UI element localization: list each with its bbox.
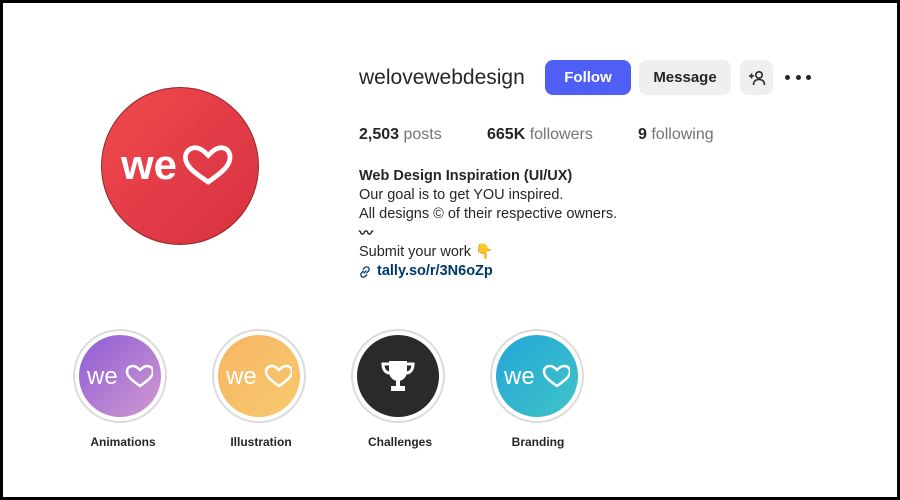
profile-username: welovewebdesign <box>359 66 525 89</box>
bio-squiggle: 〰 <box>359 225 373 241</box>
highlight-label: Animations <box>90 435 156 449</box>
posts-stat: 2,503 posts <box>359 126 442 144</box>
we-heart-logo: we <box>504 363 570 389</box>
highlight-illustration[interactable]: we <box>212 329 306 423</box>
svg-text:we: we <box>504 363 535 389</box>
highlight-label: Challenges <box>367 435 433 449</box>
we-heart-logo: we <box>121 144 233 188</box>
bio-link-text: tally.so/r/3N6oZp <box>377 263 493 279</box>
highlight-cover <box>357 335 439 417</box>
profile-bio: Web Design Inspiration (UI/UX) Our goal … <box>359 167 617 281</box>
bio-line: Our goal is to get YOU inspired. <box>359 187 564 203</box>
highlight-cover: we <box>218 335 300 417</box>
followers-stat[interactable]: 665K followers <box>487 126 593 144</box>
highlight-label: Branding <box>511 435 565 449</box>
message-button[interactable]: Message <box>639 60 731 95</box>
more-options-icon[interactable] <box>785 65 811 89</box>
highlight-animations[interactable]: we <box>73 329 167 423</box>
highlight-challenges[interactable] <box>351 329 445 423</box>
logo-text: we <box>121 144 177 188</box>
link-icon <box>360 265 370 278</box>
bio-name: Web Design Inspiration (UI/UX) <box>359 168 573 184</box>
followers-count: 665K <box>487 126 526 143</box>
svg-text:we: we <box>87 363 118 389</box>
heart-icon <box>183 145 233 185</box>
bio-link[interactable]: tally.so/r/3N6oZp <box>359 262 617 281</box>
highlight-label: Illustration <box>230 435 292 449</box>
bio-line: All designs © of their respective owners… <box>359 206 618 222</box>
posts-label: posts <box>403 126 442 143</box>
highlight-branding[interactable]: we <box>490 329 584 423</box>
bio-line: Submit your work 👇 <box>359 244 494 260</box>
following-count: 9 <box>638 126 647 143</box>
we-heart-logo: we <box>87 363 153 389</box>
highlight-cover: we <box>79 335 161 417</box>
following-label: following <box>651 126 714 143</box>
we-heart-logo: we <box>226 363 292 389</box>
add-user-icon <box>748 70 765 85</box>
posts-count: 2,503 <box>359 126 400 143</box>
profile-page: we welovewebdesign Follow Message 2,503 … <box>3 3 897 497</box>
trophy-icon <box>381 361 415 391</box>
profile-avatar[interactable]: we <box>101 87 259 245</box>
highlight-cover: we <box>496 335 578 417</box>
add-user-button[interactable] <box>740 60 773 95</box>
followers-label: followers <box>529 126 593 143</box>
svg-text:we: we <box>226 363 257 389</box>
follow-button[interactable]: Follow <box>545 60 631 95</box>
following-stat[interactable]: 9 following <box>638 126 714 144</box>
